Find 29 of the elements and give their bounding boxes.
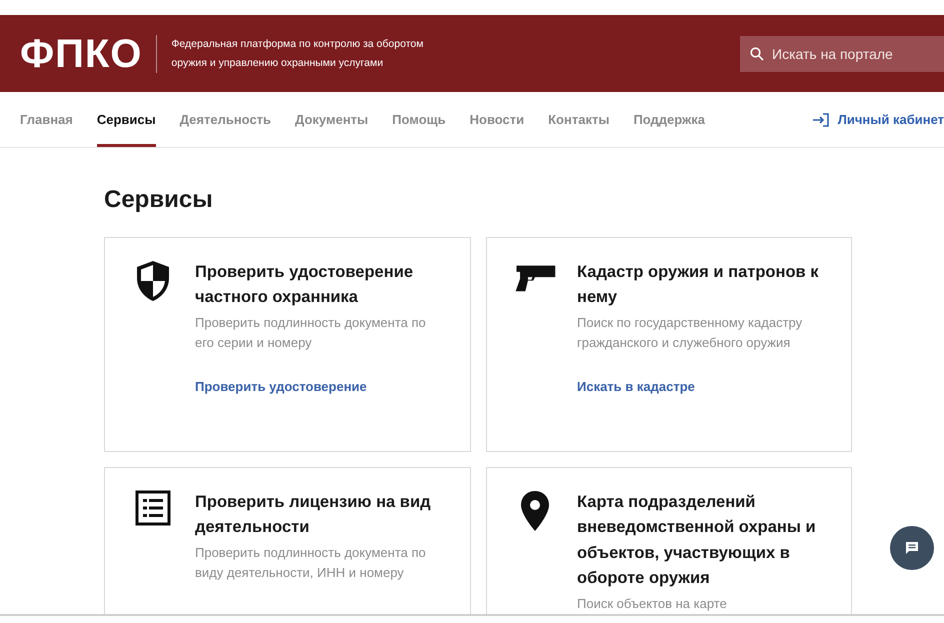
service-title: Карта подразделений вневедомственной охраны и объектов, участвующих в обороте оружия <box>577 492 817 590</box>
nav-tab[interactable]: Документы <box>295 92 368 147</box>
login-icon <box>812 112 830 126</box>
nav-tab[interactable]: Новости <box>470 92 524 147</box>
service-description: Поиск по государственному кадастру гражданского и служебного оружия <box>577 314 804 352</box>
service-description: Проверить подлинность документа по виду деятельности, ИНН и номеру <box>195 544 427 582</box>
service-link[interactable]: Проверить удостоверение <box>195 377 367 397</box>
page-title: Сервисы <box>104 186 214 215</box>
nav-tab[interactable]: Сервисы <box>96 92 156 147</box>
service-title: Проверить удостоверение частного охранника <box>195 262 414 308</box>
service-title: Проверить лицензию на вид деятельности <box>195 492 432 538</box>
service-description: Поиск объектов на карте <box>577 595 728 614</box>
map-pin-icon <box>520 490 550 532</box>
nav-tab[interactable]: Деятельность <box>180 92 272 147</box>
service-link[interactable]: Искать в кадастре <box>577 377 695 397</box>
shield-icon <box>135 260 171 302</box>
login-link[interactable]: Личный кабинет <box>812 110 944 130</box>
chat-icon <box>904 540 920 556</box>
site-logo[interactable]: ФПКО <box>20 34 142 74</box>
nav-tab[interactable]: Главная <box>20 92 73 147</box>
nav-tab[interactable]: Контакты <box>548 92 610 147</box>
list-icon <box>135 490 171 526</box>
site-tagline: Федеральная платформа по контролю за оборотом оружия и управлению охранными услугами <box>171 36 424 70</box>
nav-tab[interactable]: Поддержка <box>633 92 706 147</box>
nav-tab[interactable]: Помощь <box>392 92 446 147</box>
chat-button[interactable] <box>890 526 934 570</box>
search-icon <box>750 46 764 60</box>
service-title: Кадастр оружия и патронов к нему <box>577 262 820 308</box>
service-description: Проверить подлинность документа по его серии и номеру <box>195 314 427 352</box>
